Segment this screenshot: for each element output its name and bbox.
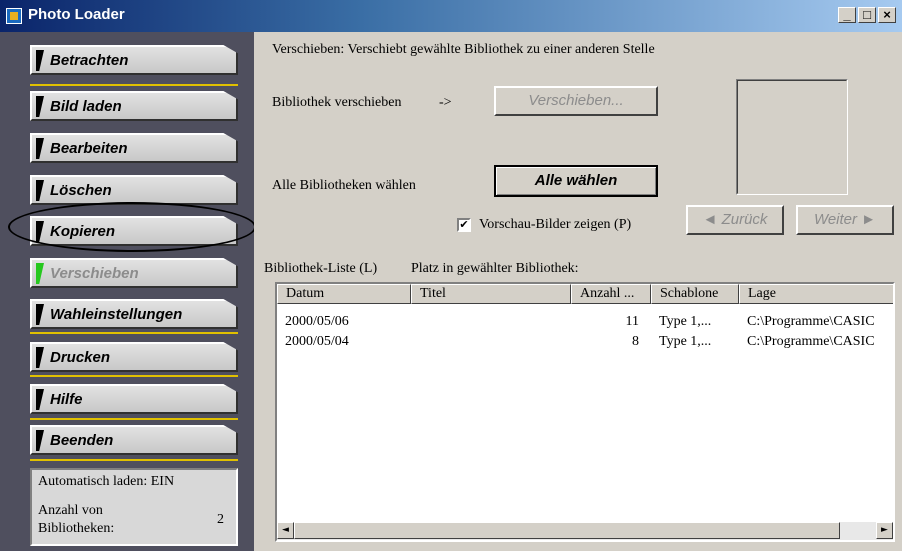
library-count-value: 2: [217, 512, 224, 527]
app-window: Photo Loader _ □ × Betrachten Bild laden…: [0, 0, 902, 551]
preview-checkbox-label[interactable]: Vorschau-Bilder zeigen (P): [479, 217, 631, 233]
column-header-schablone[interactable]: Schablone: [651, 284, 739, 304]
sidebar-divider: [30, 418, 238, 420]
select-all-label: Alle Bibliotheken wählen: [272, 178, 416, 193]
main-panel: Verschieben: Verschiebt gewählte Bibliot…: [254, 32, 902, 551]
move-button[interactable]: Verschieben...: [494, 86, 658, 116]
minimize-button[interactable]: _: [838, 7, 856, 23]
cell-datum: 2000/05/04: [285, 334, 349, 349]
sidebar-item-label: Kopieren: [50, 223, 116, 240]
sidebar-item-label: Hilfe: [50, 391, 83, 408]
flag-icon: [36, 263, 44, 284]
cell-anzahl: 8: [632, 334, 639, 349]
sidebar-item-label: Bild laden: [50, 98, 122, 115]
flag-icon: [36, 180, 44, 201]
scroll-right-icon[interactable]: ►: [876, 522, 893, 539]
arrow-label: ->: [439, 95, 452, 110]
table-header: Datum Titel Anzahl ... Schablone Lage: [277, 284, 893, 304]
flag-icon: [36, 50, 44, 71]
sidebar-item-loeschen[interactable]: Löschen: [30, 175, 238, 205]
sidebar: Betrachten Bild laden Bearbeiten Löschen…: [0, 32, 254, 551]
library-list-label: Bibliothek-Liste (L): [264, 261, 378, 276]
sidebar-item-label: Löschen: [50, 182, 112, 199]
sidebar-item-label: Bearbeiten: [50, 140, 128, 157]
sidebar-item-wahleinstellungen[interactable]: Wahleinstellungen: [30, 299, 238, 329]
sidebar-divider: [30, 459, 238, 461]
page-description: Verschieben: Verschiebt gewählte Bibliot…: [272, 42, 655, 57]
sidebar-item-bearbeiten[interactable]: Bearbeiten: [30, 133, 238, 163]
move-library-label: Bibliothek verschieben: [272, 95, 402, 110]
sidebar-item-label: Wahleinstellungen: [50, 306, 183, 323]
flag-icon: [36, 430, 44, 451]
sidebar-item-label: Drucken: [50, 349, 111, 366]
sidebar-item-verschieben[interactable]: Verschieben: [30, 258, 238, 288]
sidebar-divider: [30, 84, 238, 86]
cell-anzahl: 11: [625, 314, 639, 329]
flag-icon: [36, 221, 44, 242]
cell-lage: C:\Programme\CASIC: [747, 314, 875, 329]
scrollbar-thumb[interactable]: [294, 522, 840, 539]
cell-lage: C:\Programme\CASIC: [747, 334, 875, 349]
back-button[interactable]: ◄ Zurück: [686, 205, 784, 235]
next-button[interactable]: Weiter ►: [796, 205, 894, 235]
flag-icon: [36, 96, 44, 117]
column-header-datum[interactable]: Datum: [277, 284, 411, 304]
flag-icon: [36, 347, 44, 368]
sidebar-item-betrachten[interactable]: Betrachten: [30, 45, 238, 75]
sidebar-item-label: Beenden: [50, 432, 114, 449]
preview-box: [736, 79, 848, 195]
window-title: Photo Loader: [28, 6, 125, 23]
autoload-status: Automatisch laden: EIN: [38, 474, 175, 489]
table-row[interactable]: 2000/05/06 11 Type 1,... C:\Programme\CA…: [277, 314, 893, 332]
library-list[interactable]: Datum Titel Anzahl ... Schablone Lage 20…: [275, 282, 895, 542]
cell-datum: 2000/05/06: [285, 314, 349, 329]
column-header-anzahl[interactable]: Anzahl ...: [571, 284, 651, 304]
column-header-titel[interactable]: Titel: [411, 284, 571, 304]
sidebar-divider: [30, 332, 238, 334]
sidebar-item-label: Verschieben: [50, 265, 139, 282]
column-header-lage[interactable]: Lage: [739, 284, 893, 304]
cell-schablone: Type 1,...: [659, 334, 712, 349]
sidebar-item-hilfe[interactable]: Hilfe: [30, 384, 238, 414]
sidebar-item-kopieren[interactable]: Kopieren: [30, 216, 238, 246]
select-all-button[interactable]: Alle wählen: [494, 165, 658, 197]
sidebar-item-drucken[interactable]: Drucken: [30, 342, 238, 372]
flag-icon: [36, 138, 44, 159]
close-button[interactable]: ×: [878, 7, 896, 23]
horizontal-scrollbar[interactable]: ◄ ►: [277, 522, 893, 540]
cell-schablone: Type 1,...: [659, 314, 712, 329]
table-row[interactable]: 2000/05/04 8 Type 1,... C:\Programme\CAS…: [277, 334, 893, 352]
maximize-button[interactable]: □: [858, 7, 876, 23]
sidebar-item-bild-laden[interactable]: Bild laden: [30, 91, 238, 121]
sidebar-divider: [30, 375, 238, 377]
title-bar[interactable]: Photo Loader _ □ ×: [0, 0, 902, 32]
library-count-label: Anzahl von Bibliotheken:: [38, 503, 115, 536]
sidebar-item-label: Betrachten: [50, 52, 129, 69]
sidebar-item-beenden[interactable]: Beenden: [30, 425, 238, 455]
scroll-left-icon[interactable]: ◄: [277, 522, 294, 539]
flag-icon: [36, 304, 44, 325]
location-label: Platz in gewählter Bibliothek:: [411, 261, 579, 276]
flag-icon: [36, 389, 44, 410]
preview-checkbox[interactable]: ✔: [457, 218, 471, 232]
status-panel: Automatisch laden: EIN Anzahl von Biblio…: [30, 468, 238, 546]
app-icon[interactable]: [6, 8, 22, 24]
